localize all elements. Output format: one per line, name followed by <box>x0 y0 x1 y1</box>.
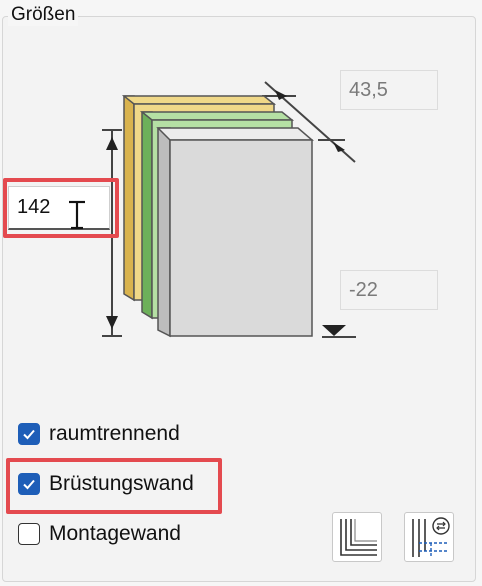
checkbox-montagewand-box[interactable] <box>18 523 40 545</box>
height-field-highlight <box>3 178 119 238</box>
wall-diagram <box>102 81 356 338</box>
checkbox-raumtrennend-box[interactable] <box>18 423 40 445</box>
layer-settings-icon <box>412 517 450 557</box>
checkmark-icon <box>23 429 35 440</box>
checkbox-raumtrennend[interactable]: raumtrennend <box>18 422 180 446</box>
wall-layers-icon <box>340 519 377 556</box>
layer-settings-button[interactable] <box>404 512 454 562</box>
thickness-field[interactable]: 43,5 <box>340 70 438 110</box>
checkbox-montagewand[interactable]: Montagewand <box>18 522 181 546</box>
checkbox-montagewand-label: Montagewand <box>49 522 181 545</box>
offset-field[interactable]: -22 <box>340 270 438 310</box>
checkbox-raumtrennend-label: raumtrennend <box>49 422 180 445</box>
offset-arrow-icon <box>322 325 346 336</box>
wall-layers-button[interactable] <box>332 512 382 562</box>
group-title: Größen <box>8 4 79 26</box>
bruestungswand-highlight <box>6 458 222 514</box>
